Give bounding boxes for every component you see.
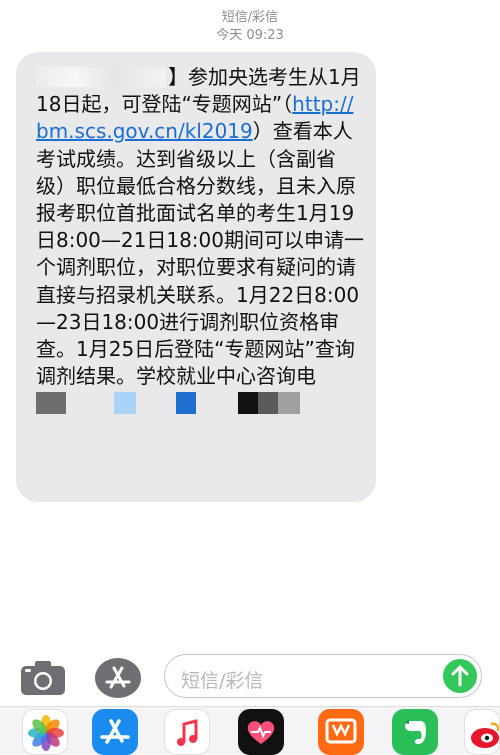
- app-store-button[interactable]: [95, 658, 141, 698]
- evernote-app-button[interactable]: [392, 709, 438, 755]
- redacted-phone-number: [36, 392, 300, 415]
- message-timestamp: 今天 09:23: [216, 28, 284, 43]
- evernote-icon: [405, 719, 426, 744]
- message-input[interactable]: 短信/彩信: [164, 654, 482, 698]
- send-button[interactable]: [443, 659, 477, 693]
- camera-icon: [21, 661, 65, 695]
- message-composer: 短信/彩信: [0, 648, 500, 708]
- photos-app-button[interactable]: [22, 709, 68, 755]
- message-body-text: ）查看本人考试成绩。达到省级以上（含副省级）职位最低合格分数线，且未入原报考职位…: [36, 119, 364, 389]
- weibo-icon: [471, 722, 499, 748]
- message-input-placeholder: 短信/彩信: [181, 670, 264, 692]
- sender-name[interactable]: 短信/彩信: [0, 6, 500, 25]
- orange-app-button[interactable]: [318, 709, 364, 755]
- heart-app-button[interactable]: [238, 709, 284, 755]
- photos-icon: [28, 715, 64, 751]
- heart-app-icon: [247, 721, 275, 744]
- app-drawer: [0, 706, 500, 755]
- conversation-header: 短信/彩信 今天 09:23: [0, 0, 500, 44]
- camera-button[interactable]: [20, 660, 66, 696]
- weibo-app-button[interactable]: [464, 709, 500, 755]
- app-store-icon: [100, 719, 130, 744]
- message-bubble[interactable]: 】参加央选考生从1月18日起，可登陆“专题网站”（http://bm.scs.g…: [16, 52, 376, 502]
- app-store-app-button[interactable]: [92, 709, 138, 755]
- redacted-region: [36, 67, 166, 87]
- orange-app-icon: [325, 718, 357, 744]
- app-store-icon: [105, 666, 131, 689]
- music-app-button[interactable]: [164, 709, 210, 755]
- arrow-up-icon: [451, 664, 469, 687]
- music-icon: [177, 719, 198, 746]
